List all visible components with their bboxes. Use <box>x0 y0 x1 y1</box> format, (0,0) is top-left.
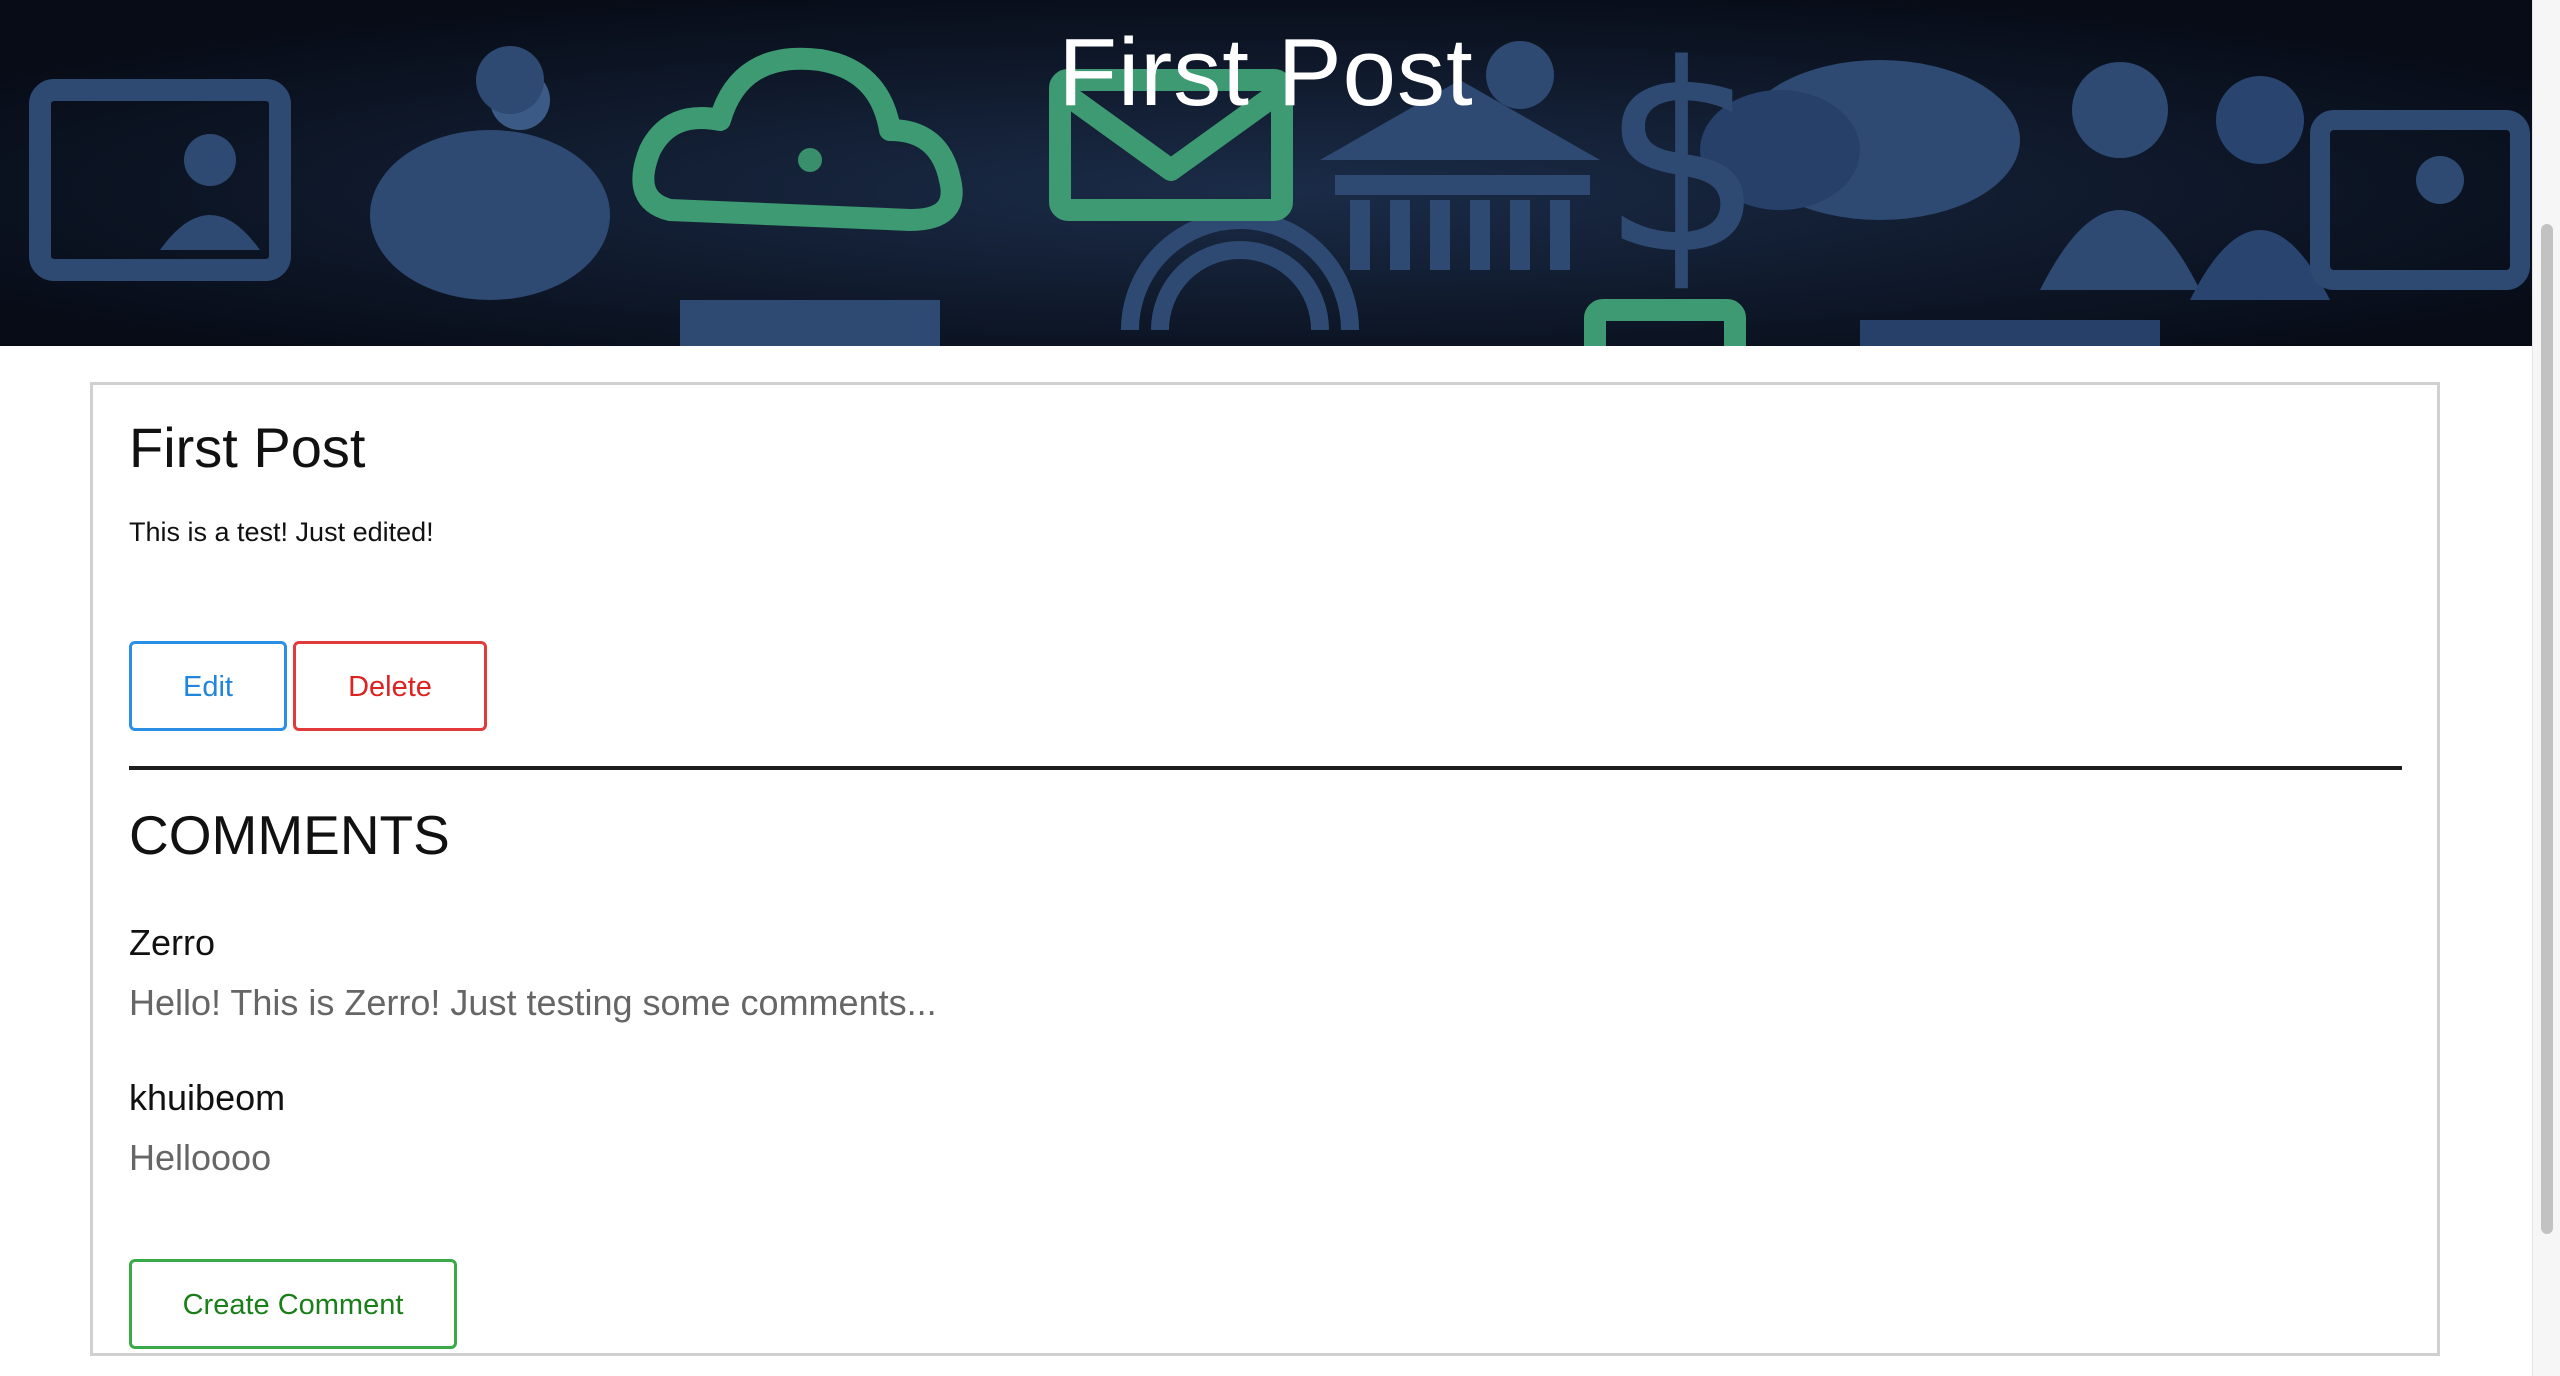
post-title: First Post <box>129 416 366 479</box>
post-body: This is a test! Just edited! <box>129 517 434 547</box>
header-banner: $ First Post <box>0 0 2532 346</box>
banner-title: First Post <box>1058 19 1474 126</box>
comment-author: Zerro <box>129 922 216 963</box>
post-card: First Post This is a test! Just edited! … <box>90 382 2440 1356</box>
delete-button[interactable]: Delete <box>293 641 487 731</box>
comment-text: Hello! This is Zerro! Just testing some … <box>129 982 937 1023</box>
vertical-scrollbar[interactable] <box>2532 0 2560 1376</box>
page-viewport: $ First Post First Post This is a test! … <box>0 0 2560 1376</box>
scrollbar-thumb[interactable] <box>2541 224 2553 1234</box>
comment-author: khuibeom <box>129 1077 286 1118</box>
edit-button[interactable]: Edit <box>129 641 287 731</box>
comments-heading: COMMENTS <box>129 804 450 866</box>
comment-text: Helloooo <box>129 1137 272 1178</box>
create-comment-button[interactable]: Create Comment <box>129 1259 457 1349</box>
section-divider <box>129 766 2402 770</box>
